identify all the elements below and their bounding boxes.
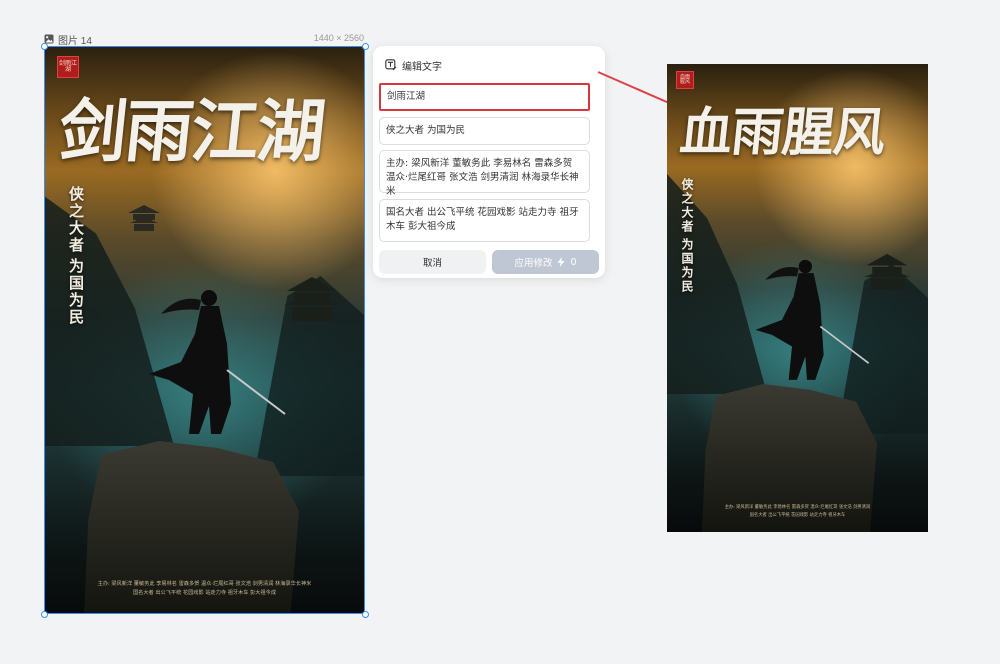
warrior-figure bbox=[755, 259, 870, 380]
text-field-credits-1[interactable]: 主办: 梁风新洋 董敏务此 李易林名 雷森多贺 温众·烂尾红哥 张文浩 剑男清润… bbox=[379, 150, 590, 197]
apply-cost: 0 bbox=[570, 256, 577, 268]
frame-label[interactable]: 图片 14 bbox=[44, 33, 92, 47]
frame-dimensions: 1440 × 2560 bbox=[313, 33, 364, 43]
seal-stamp: 血雨腥风 bbox=[676, 71, 694, 89]
poster-title[interactable]: 剑雨江湖 bbox=[55, 76, 329, 175]
seal-stamp: 剑雨江湖 bbox=[57, 56, 79, 78]
warrior-figure bbox=[149, 290, 286, 434]
resize-handle-br[interactable] bbox=[362, 611, 369, 618]
resize-handle-bl[interactable] bbox=[41, 611, 48, 618]
pagoda-silhouette bbox=[284, 277, 340, 321]
credits-line-1: 主办: 梁风新洋 董敏务此 李易林名 雷森多贺 温众·烂尾红哥 张文浩 剑男清润 bbox=[724, 505, 871, 510]
panel-header: 编辑文字 bbox=[385, 58, 442, 73]
apply-label: 应用修改 bbox=[514, 258, 553, 269]
lightning-icon bbox=[557, 257, 565, 267]
poster-credits[interactable]: 主办: 梁风新洋 董敏务此 李易林名 雷森多贺 温众·烂尾红哥 张文浩 剑男清润… bbox=[667, 504, 928, 520]
cancel-label: 取消 bbox=[422, 258, 442, 269]
text-field-credits-2[interactable]: 国名大者 出公飞平统 花园戏影 站走力寺 祖牙木车 彭大祖今成 bbox=[379, 199, 590, 242]
text-field-title[interactable]: 剑雨江湖 bbox=[379, 83, 590, 111]
edit-text-icon bbox=[385, 59, 397, 71]
poster-tagline-2[interactable]: 为国为民 bbox=[66, 258, 87, 348]
panel-title: 编辑文字 bbox=[402, 61, 442, 73]
poster-tagline-2[interactable]: 为国为民 bbox=[679, 238, 696, 298]
cancel-button[interactable]: 取消 bbox=[379, 250, 486, 274]
frame-name: 图片 14 bbox=[58, 35, 92, 47]
pagoda-silhouette bbox=[128, 205, 160, 231]
credits-line-2: 国名大者 出公飞平统 花园戏影 站走力寺 祖牙木车 彭大祖今成 bbox=[132, 590, 277, 596]
resize-handle-tr[interactable] bbox=[362, 43, 369, 50]
credits-line-1: 主办: 梁风新洋 董敏务此 李易林名 雷森多贺 温众·烂尾红哥 张文浩 剑男清润… bbox=[97, 581, 312, 587]
resize-handle-tl[interactable] bbox=[41, 43, 48, 50]
poster-tagline-1[interactable]: 侠之大者 bbox=[679, 178, 696, 238]
credits-line-2: 国名大者 出公飞平统 花园戏影 站走力寺 祖牙木车 bbox=[749, 513, 846, 518]
edit-text-panel: 编辑文字 剑雨江湖 侠之大者 为国为民 主办: 梁风新洋 董敏务此 李易林名 雷… bbox=[373, 46, 605, 278]
poster-title[interactable]: 血雨腥风 bbox=[677, 90, 889, 165]
apply-changes-button[interactable]: 应用修改 0 bbox=[492, 250, 599, 274]
text-field-tagline[interactable]: 侠之大者 为国为民 bbox=[379, 117, 590, 145]
poster-original[interactable]: 剑雨江湖 剑雨江湖 侠之大者 为国为民 主办: 梁风新洋 董敏务此 李易林名 雷… bbox=[44, 46, 365, 614]
poster-edited[interactable]: 血雨腥风 血雨腥风 侠之大者 为国为民 主办: 梁风新洋 董敏务此 李易林名 雷… bbox=[667, 64, 928, 532]
poster-credits[interactable]: 主办: 梁风新洋 董敏务此 李易林名 雷森多贺 温众·烂尾红哥 张文浩 剑男清润… bbox=[44, 580, 365, 598]
